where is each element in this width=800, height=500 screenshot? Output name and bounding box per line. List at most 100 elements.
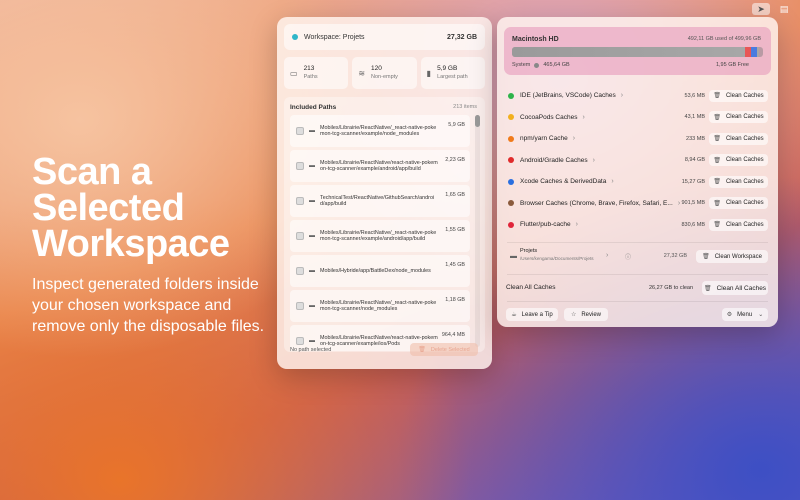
clean-all-row: Clean All Caches 26,27 GB to clean 🗑 Cle… — [504, 280, 771, 296]
chevron-right-icon[interactable]: › — [678, 200, 680, 207]
stat-largest-path: ▮ 5,9 GB Largest path — [420, 57, 485, 89]
cup-icon: ☕ — [511, 312, 517, 318]
cache-size: 830,6 MB — [681, 221, 705, 228]
path-row[interactable]: ▬ Mobiles/Librairie/ReactNative/react-nat… — [290, 150, 470, 182]
included-paths-box: Included Paths 213 items ▬ Mobiles/Librai… — [284, 97, 485, 352]
leave-tip-button[interactable]: ☕ Leave a Tip — [506, 308, 558, 321]
clean-workspace-button[interactable]: 🗑 Clean Workspace — [696, 250, 768, 263]
system-size: 465,64 GB — [543, 62, 570, 68]
cache-row: CocoaPods Caches › 43,1 MB 🗑 Clean Caches — [504, 107, 771, 129]
stat-label: Non-empty — [371, 74, 398, 80]
delete-selected-button[interactable]: 🗑 Delete Selected — [410, 343, 478, 356]
path-row[interactable]: ▬ Mobiles/Hybride/app/BattleDex/node_modu… — [290, 255, 470, 287]
path-list-scrollbar[interactable] — [475, 115, 480, 347]
path-size: 964,4 MB — [441, 332, 465, 338]
cache-name: Android/Gradle Caches — [520, 156, 588, 164]
path-size: 1,18 GB — [445, 297, 465, 303]
path-row[interactable]: ▬ Mobiles/Librairie/ReactNative/_react-na… — [290, 115, 470, 147]
system-label: System — [512, 62, 531, 68]
chevron-right-icon[interactable]: › — [621, 92, 623, 99]
menubar: ➤ ▤ — [752, 3, 792, 15]
path-row[interactable]: ▬ TechnicalTest/ReactNative/GithubSearch/… — [290, 185, 470, 217]
path-checkbox[interactable] — [296, 162, 304, 170]
hero-title: Scan a Selected Workspace — [32, 151, 230, 265]
chevron-right-icon[interactable]: › — [582, 114, 584, 121]
clean-caches-button[interactable]: 🗑 Clean Caches — [709, 218, 768, 231]
path-text: Mobiles/Librairie/ReactNative/_react-nat… — [320, 124, 437, 138]
included-paths-title: Included Paths — [290, 104, 337, 111]
path-text: Mobiles/Librairie/ReactNative/_react-nat… — [320, 299, 437, 313]
clean-caches-button[interactable]: 🗑 Clean Caches — [709, 132, 768, 145]
clean-caches-button[interactable]: 🗑 Clean Caches — [709, 175, 768, 188]
path-checkbox[interactable] — [296, 127, 304, 135]
cache-size: 901,5 MB — [681, 200, 705, 207]
workspace-stats: ▭ 213 Paths ≋ 120 Non-empty ▮ 5,9 GB Lar… — [284, 57, 485, 89]
clean-all-caches-label: Clean All Caches — [716, 284, 767, 292]
chevron-right-icon[interactable]: › — [593, 157, 595, 164]
folder-icon: ▬ — [309, 233, 315, 239]
scroll-thumb[interactable] — [475, 115, 480, 127]
disk-usage-fill — [512, 47, 759, 57]
gear-icon: ⚙ — [726, 312, 733, 318]
folder-icon: ▬ — [309, 198, 315, 204]
cache-name: Browser Caches (Chrome, Brave, Firefox, … — [520, 199, 673, 207]
divider — [507, 301, 768, 302]
path-list[interactable]: ▬ Mobiles/Librairie/ReactNative/_react-na… — [290, 115, 470, 351]
path-checkbox[interactable] — [296, 302, 304, 310]
cache-color-dot — [508, 157, 514, 164]
chevron-right-icon[interactable]: › — [573, 135, 575, 142]
window-icon[interactable]: ▤ — [776, 3, 792, 15]
folder-icon: ▬ — [309, 128, 315, 134]
clean-caches-label: Clean Caches — [725, 92, 764, 99]
info-icon[interactable]: ⓘ — [625, 252, 631, 261]
menu-label: Menu — [737, 311, 753, 318]
arrow-icon[interactable]: ➤ — [752, 3, 770, 15]
disk-card: Macintosh HD 492,11 GB used of 499,96 GB… — [504, 27, 771, 75]
cache-name: Xcode Caches & DerivedData — [520, 178, 607, 186]
stat-non-empty: ≋ 120 Non-empty — [352, 57, 417, 89]
cache-name: CocoaPods Caches — [520, 113, 578, 121]
clean-caches-label: Clean Caches — [725, 200, 764, 207]
review-button[interactable]: ☆ Review — [564, 308, 608, 321]
clean-all-size: 26,27 GB to clean — [648, 285, 693, 291]
path-size: 1,55 GB — [445, 227, 465, 233]
path-text: TechnicalTest/ReactNative/GithubSearch/a… — [320, 194, 435, 208]
folder-icon: ▬ — [309, 338, 315, 344]
footer-bar: ☕ Leave a Tip ☆ Review ⚙ Menu ⌄ — [504, 307, 771, 323]
stat-value: 120 — [371, 65, 382, 72]
disk-free: 1,95 GB Free — [715, 62, 749, 68]
folder-icon: ▬ — [510, 253, 517, 260]
chevron-right-icon[interactable]: › — [576, 221, 578, 228]
cache-color-dot — [508, 135, 514, 142]
caches-panel: Macintosh HD 492,11 GB used of 499,96 GB… — [497, 17, 778, 327]
path-checkbox[interactable] — [296, 337, 304, 345]
trash-icon: 🗑 — [713, 200, 721, 207]
star-icon: ☆ — [570, 312, 577, 318]
clean-all-caches-button[interactable]: 🗑 Clean All Caches — [702, 281, 768, 295]
cache-row: Android/Gradle Caches › 8,94 GB 🗑 Clean Cach… — [504, 150, 771, 172]
clean-caches-button[interactable]: 🗑 Clean Caches — [709, 89, 768, 102]
cache-size: 233 MB — [686, 135, 705, 142]
cache-color-dot — [508, 200, 514, 207]
stack-icon: ≋ — [358, 68, 366, 78]
path-row[interactable]: ▬ Mobiles/Librairie/ReactNative/_react-na… — [290, 220, 470, 252]
leave-tip-label: Leave a Tip — [521, 311, 553, 318]
trash-icon: 🗑 — [713, 222, 721, 229]
chevron-right-icon[interactable]: › — [606, 252, 608, 259]
disk-system-legend: System 465,64 GB — [512, 62, 570, 68]
clean-caches-button[interactable]: 🗑 Clean Caches — [709, 111, 768, 124]
path-row[interactable]: ▬ Mobiles/Librairie/ReactNative/_react-na… — [290, 290, 470, 322]
chevron-right-icon[interactable]: › — [611, 178, 613, 185]
menu-button[interactable]: ⚙ Menu ⌄ — [722, 308, 768, 321]
path-checkbox[interactable] — [296, 267, 304, 275]
system-dot — [534, 62, 540, 68]
divider — [507, 242, 768, 243]
clean-caches-button[interactable]: 🗑 Clean Caches — [709, 197, 768, 210]
clean-caches-button[interactable]: 🗑 Clean Caches — [709, 154, 768, 167]
clean-caches-label: Clean Caches — [725, 221, 764, 228]
cache-color-dot — [508, 178, 514, 185]
trash-icon: 🗑 — [703, 285, 712, 292]
path-checkbox[interactable] — [296, 197, 304, 205]
cache-color-dot — [508, 221, 514, 228]
path-checkbox[interactable] — [296, 232, 304, 240]
